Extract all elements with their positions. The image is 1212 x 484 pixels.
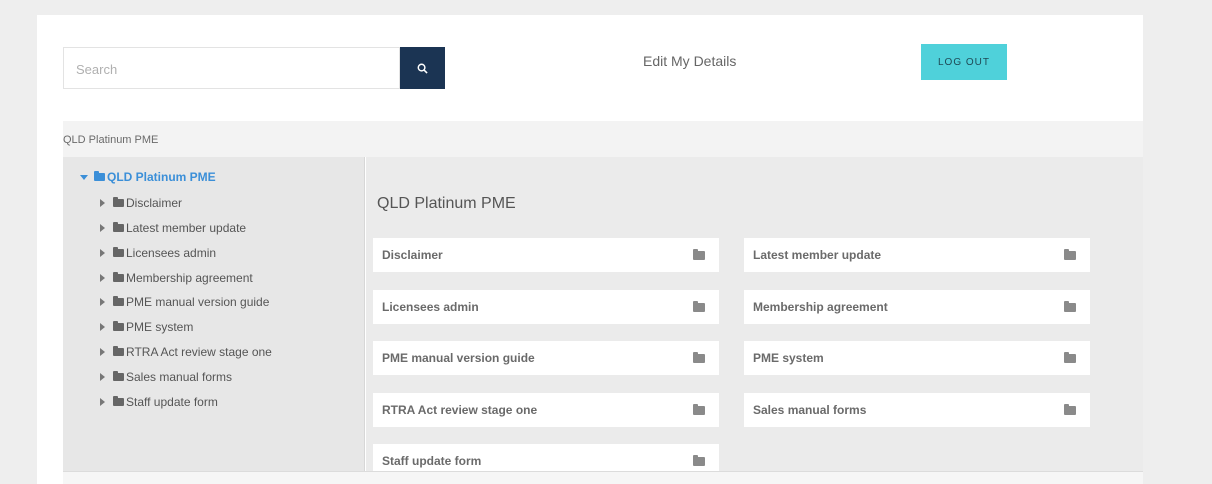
folder-tree: QLD Platinum PME Disclaimer Latest member…	[63, 157, 365, 484]
caret-right-icon[interactable]	[100, 348, 105, 356]
folder-card[interactable]: PME manual version guide	[373, 341, 719, 375]
tree-item[interactable]: RTRA Act review stage one	[100, 345, 272, 359]
folder-card-label: RTRA Act review stage one	[382, 403, 538, 417]
search-input[interactable]: Search	[63, 47, 400, 89]
caret-down-icon[interactable]	[80, 174, 88, 180]
folder-card[interactable]: Latest member update	[744, 238, 1090, 272]
folder-icon	[113, 222, 124, 232]
caret-right-icon[interactable]	[100, 323, 105, 331]
folder-icon	[113, 247, 124, 257]
folder-card[interactable]: Membership agreement	[744, 290, 1090, 324]
folder-icon	[94, 171, 105, 181]
folder-icon	[113, 296, 124, 306]
caret-right-icon[interactable]	[100, 298, 105, 306]
tree-item-label: Disclaimer	[126, 196, 183, 210]
logout-label: LOG OUT	[937, 56, 990, 68]
folder-card-label: Membership agreement	[753, 300, 888, 314]
breadcrumb: QLD Platinum PME	[63, 121, 1143, 157]
folder-icon	[113, 321, 124, 331]
folder-icon	[1064, 300, 1076, 312]
folder-card-label: Disclaimer	[382, 248, 443, 262]
tree-item[interactable]: Sales manual forms	[100, 370, 232, 384]
caret-right-icon[interactable]	[100, 249, 105, 257]
tree-item-label: Staff update form	[126, 395, 218, 409]
search-icon	[417, 63, 428, 74]
folder-icon	[1064, 248, 1076, 260]
caret-right-icon[interactable]	[100, 274, 105, 282]
caret-right-icon[interactable]	[100, 373, 105, 381]
folder-card[interactable]: PME system	[744, 341, 1090, 375]
folder-card[interactable]: Licensees admin	[373, 290, 719, 324]
tree-item-label: RTRA Act review stage one	[126, 345, 272, 359]
content-title: QLD Platinum PME	[377, 195, 516, 212]
folder-icon	[1064, 403, 1076, 415]
tree-item[interactable]: Disclaimer	[100, 196, 182, 210]
tree-item-label: Membership agreement	[126, 271, 253, 285]
folder-card-label: PME system	[753, 351, 824, 365]
caret-right-icon[interactable]	[100, 398, 105, 406]
search-button[interactable]	[400, 47, 445, 89]
page-container: Search Edit My Details LOG OUT QLD Plati…	[37, 15, 1143, 484]
folder-card-label: Licensees admin	[382, 300, 479, 314]
folder-card[interactable]: Disclaimer	[373, 238, 719, 272]
search-placeholder: Search	[76, 62, 118, 77]
folder-icon	[113, 396, 124, 406]
folder-card-label: PME manual version guide	[382, 351, 535, 365]
tree-root-item[interactable]: QLD Platinum PME	[80, 170, 216, 184]
breadcrumb-label: QLD Platinum PME	[63, 134, 159, 146]
tree-item[interactable]: Staff update form	[100, 395, 218, 409]
folder-icon	[113, 272, 124, 282]
folder-icon	[1064, 351, 1076, 363]
folder-card-label: Sales manual forms	[753, 403, 867, 417]
folder-content-area: QLD Platinum PME Disclaimer Latest member…	[366, 157, 1143, 478]
folder-icon	[113, 346, 124, 356]
folder-icon	[693, 351, 705, 363]
tree-item[interactable]: PME manual version guide	[100, 295, 269, 309]
edit-my-details-link[interactable]: Edit My Details	[643, 53, 736, 69]
tree-item-label: PME manual version guide	[126, 295, 270, 309]
folder-card-label: Staff update form	[382, 454, 482, 468]
folder-icon	[113, 371, 124, 381]
tree-item[interactable]: Licensees admin	[100, 246, 216, 260]
tree-root-label: QLD Platinum PME	[107, 170, 216, 184]
folder-icon	[693, 403, 705, 415]
folder-icon	[693, 454, 705, 466]
panel-footer	[63, 471, 1143, 484]
tree-item-label: PME system	[126, 320, 194, 334]
folder-card[interactable]: Sales manual forms	[744, 393, 1090, 427]
folder-icon	[113, 197, 124, 207]
folder-card[interactable]: RTRA Act review stage one	[373, 393, 719, 427]
logout-button[interactable]: LOG OUT	[921, 44, 1007, 80]
tree-item[interactable]: Latest member update	[100, 221, 246, 235]
folder-card-label: Latest member update	[753, 248, 882, 262]
caret-right-icon[interactable]	[100, 199, 105, 207]
caret-right-icon[interactable]	[100, 224, 105, 232]
folder-icon	[693, 300, 705, 312]
folder-icon	[693, 248, 705, 260]
tree-item-label: Sales manual forms	[126, 370, 233, 384]
tree-item[interactable]: Membership agreement	[100, 271, 253, 285]
tree-item-label: Licensees admin	[126, 246, 217, 260]
tree-item-label: Latest member update	[126, 221, 247, 235]
tree-item[interactable]: PME system	[100, 320, 193, 334]
